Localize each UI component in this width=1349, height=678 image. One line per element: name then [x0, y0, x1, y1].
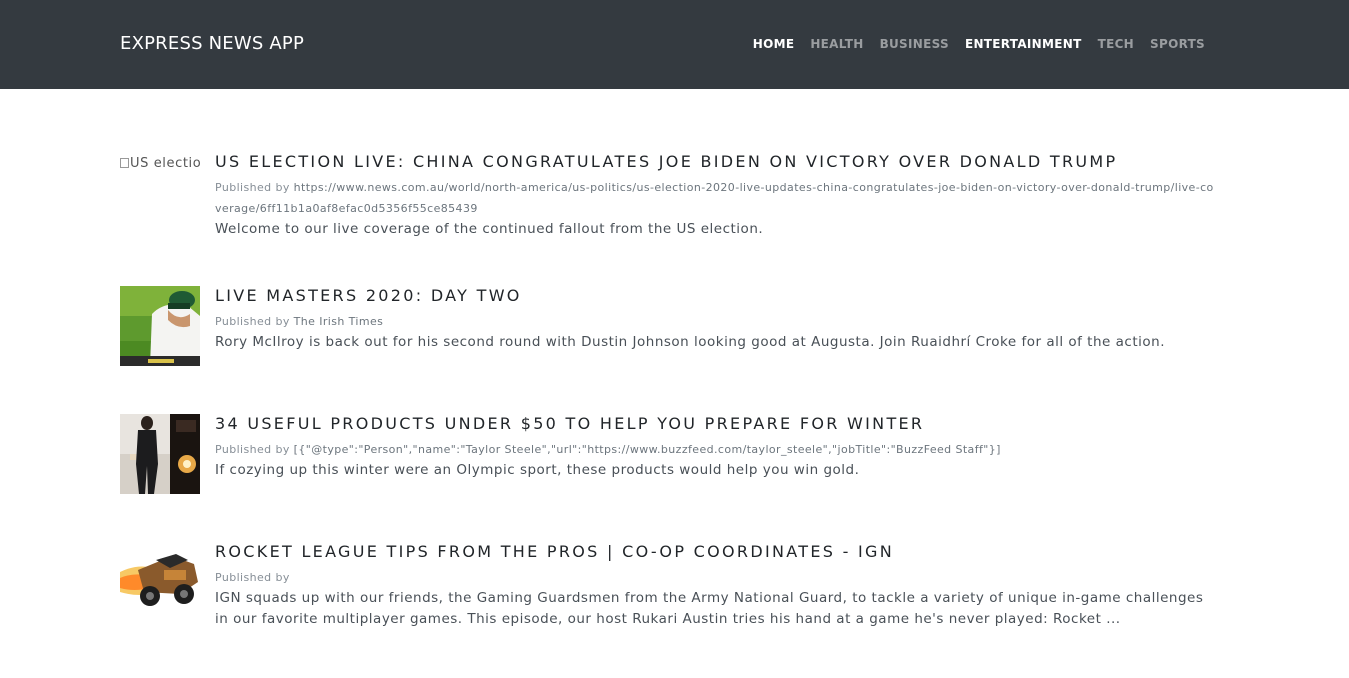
article-title[interactable]: US ELECTION LIVE: CHINA CONGRATULATES JO… [215, 152, 1220, 171]
image-alt-text: US election live: China congratulates Jo… [130, 156, 200, 171]
nav-business[interactable]: BUSINESS [880, 37, 949, 51]
published-by-label: Published by [215, 315, 290, 328]
article-author: [{"@type":"Person","name":"Taylor Steele… [293, 443, 1001, 456]
top-navbar: EXPRESS NEWS APP HOME HEALTH BUSINESS EN… [0, 0, 1349, 89]
article-meta: Published by [215, 567, 1220, 588]
article-description: If cozying up this winter were an Olympi… [215, 462, 860, 478]
article-list: US election live: China congratulates Jo… [120, 152, 1220, 678]
nav-health[interactable]: HEALTH [810, 37, 863, 51]
article-author: https://www.news.com.au/world/north-amer… [215, 181, 1214, 215]
article-title[interactable]: 34 USEFUL PRODUCTS UNDER $50 TO HELP YOU… [215, 414, 1220, 433]
article-thumbnail[interactable]: US election live: China congratulates Jo… [120, 152, 200, 232]
article-body: LIVE MASTERS 2020: DAY TWO Published by … [215, 286, 1220, 353]
brand-logo[interactable]: EXPRESS NEWS APP [120, 33, 304, 55]
published-by-label: Published by [215, 443, 290, 456]
article-meta: Published by The Irish Times [215, 311, 1220, 332]
rocket-league-car-photo [120, 542, 200, 622]
article-description: Welcome to our live coverage of the cont… [215, 221, 764, 237]
article-item: ROCKET LEAGUE TIPS FROM THE PROS | CO-OP… [120, 542, 1220, 630]
article-item: LIVE MASTERS 2020: DAY TWO Published by … [120, 286, 1220, 366]
nav-links: HOME HEALTH BUSINESS ENTERTAINMENT TECH … [753, 37, 1205, 51]
broken-image-icon [120, 158, 129, 168]
article-body: ROCKET LEAGUE TIPS FROM THE PROS | CO-OP… [215, 542, 1220, 630]
article-body: US ELECTION LIVE: CHINA CONGRATULATES JO… [215, 152, 1220, 240]
winter-products-photo [120, 414, 200, 494]
article-thumbnail[interactable] [120, 542, 200, 622]
article-title[interactable]: ROCKET LEAGUE TIPS FROM THE PROS | CO-OP… [215, 542, 1220, 561]
article-meta: Published by https://www.news.com.au/wor… [215, 177, 1220, 219]
article-item: US election live: China congratulates Jo… [120, 152, 1220, 238]
nav-entertainment[interactable]: ENTERTAINMENT [965, 37, 1082, 51]
article-title[interactable]: LIVE MASTERS 2020: DAY TWO [215, 286, 1220, 305]
article-item: 34 USEFUL PRODUCTS UNDER $50 TO HELP YOU… [120, 414, 1220, 494]
article-meta: Published by [{"@type":"Person","name":"… [215, 439, 1220, 460]
nav-sports[interactable]: SPORTS [1150, 37, 1205, 51]
golfer-photo [120, 286, 200, 366]
article-body: 34 USEFUL PRODUCTS UNDER $50 TO HELP YOU… [215, 414, 1220, 481]
article-thumbnail[interactable] [120, 286, 200, 366]
article-description: IGN squads up with our friends, the Gami… [215, 590, 1204, 627]
article-author: The Irish Times [293, 315, 384, 328]
nav-tech[interactable]: TECH [1098, 37, 1134, 51]
published-by-label: Published by [215, 181, 290, 194]
broken-image-alt-text: US election live: China congratulates Jo… [120, 152, 200, 174]
article-description: Rory McIlroy is back out for his second … [215, 334, 1165, 350]
nav-home[interactable]: HOME [753, 37, 795, 51]
published-by-label: Published by [215, 571, 290, 584]
article-thumbnail[interactable] [120, 414, 200, 494]
